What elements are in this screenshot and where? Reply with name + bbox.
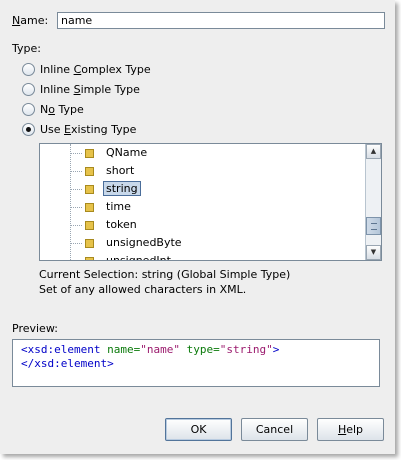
tree-item-unsignedint[interactable]: unsignedInt (40, 252, 364, 261)
tree-item-token[interactable]: token (40, 216, 364, 234)
preview-close-bracket: > (272, 343, 280, 356)
preview-open-tag: <xsd:element (21, 343, 101, 356)
simple-type-icon (85, 167, 94, 176)
simple-type-icon (85, 185, 94, 194)
dialog: Name: name Type: Inline Complex Type Inl… (0, 0, 395, 454)
tree-item-label: QName (106, 146, 148, 159)
tree-connector (70, 189, 82, 190)
radio-label: Inline Complex Type (40, 62, 151, 76)
simple-type-icon (85, 257, 94, 260)
scroll-down-icon[interactable]: ▼ (366, 245, 381, 260)
tree-item-time[interactable]: time (40, 198, 364, 216)
ok-button[interactable]: OK (165, 418, 232, 441)
radio-label: Inline Simple Type (40, 82, 140, 96)
preview-box: <xsd:element name="name" type="string"> … (12, 339, 380, 387)
type-label: Type: (12, 42, 41, 55)
preview-attr-name: name= (107, 343, 141, 356)
preview-end-tag: </xsd:element> (21, 357, 114, 370)
tree-item-label: short (106, 164, 135, 177)
simple-type-icon (85, 221, 94, 230)
radio-label: No Type (40, 102, 84, 116)
radio-indicator[interactable] (22, 62, 35, 76)
tree-item-label: time (106, 200, 131, 213)
preview-val-type: "string" (219, 343, 273, 356)
radio-indicator[interactable] (22, 82, 35, 96)
radio-no-type[interactable]: No Type (22, 101, 84, 117)
simple-type-icon (85, 239, 94, 248)
radio-indicator[interactable] (22, 102, 35, 116)
tree-connector (70, 225, 82, 226)
tree-item-label: unsignedByte (106, 236, 182, 249)
radio-indicator-selected[interactable] (22, 122, 35, 136)
cancel-button[interactable]: Cancel (241, 418, 308, 441)
simple-type-icon (85, 149, 94, 158)
scroll-thumb[interactable] (366, 217, 381, 235)
tree-item-label: unsignedInt (106, 254, 171, 261)
preview-val-name: "name" (140, 343, 180, 356)
name-field[interactable]: name (57, 12, 385, 29)
tree-item-string[interactable]: string (40, 180, 364, 198)
simple-type-icon (85, 203, 94, 212)
preview-label: Preview: (12, 322, 58, 335)
tree-connector (70, 153, 82, 154)
radio-inline-complex-type[interactable]: Inline Complex Type (22, 61, 151, 77)
current-selection-text: Current Selection: string (Global Simple… (39, 268, 291, 281)
tree-item-unsignedbyte[interactable]: unsignedByte (40, 234, 364, 252)
radio-use-existing-type[interactable]: Use Existing Type (22, 121, 136, 137)
type-description: Set of any allowed characters in XML. (39, 283, 247, 296)
tree-scrollbar[interactable]: ▲ ▼ (365, 144, 381, 260)
tree-connector (70, 243, 82, 244)
preview-attr-type: type= (186, 343, 220, 356)
tree-connector (70, 171, 82, 172)
radio-inline-simple-type[interactable]: Inline Simple Type (22, 81, 140, 97)
tree-item-label: token (106, 218, 137, 231)
tree-item-short[interactable]: short (40, 162, 364, 180)
radio-label: Use Existing Type (40, 122, 137, 136)
help-button[interactable]: Help (317, 418, 384, 441)
tree-item-label-selected: string (103, 181, 141, 196)
tree-item-qname[interactable]: QName (40, 144, 364, 162)
name-label: Name: (12, 14, 49, 27)
scroll-up-icon[interactable]: ▲ (366, 144, 381, 159)
tree-connector (70, 207, 82, 208)
type-tree[interactable]: QName short string time token unsignedBy… (39, 143, 382, 261)
